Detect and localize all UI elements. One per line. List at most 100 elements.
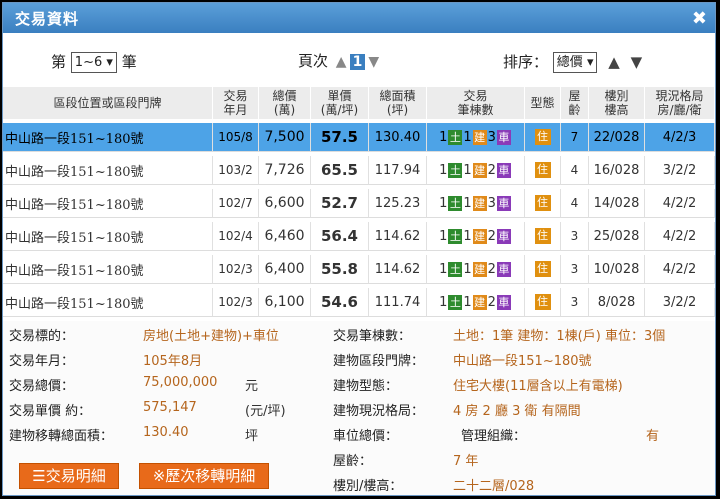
- land-count: 1: [439, 195, 448, 211]
- detail-value: 75,000,000: [143, 375, 218, 390]
- detail-label: 車位總價：: [333, 429, 399, 444]
- unit-price-cell: 65.5: [311, 156, 369, 185]
- type-cell: 住: [525, 123, 561, 152]
- bld-count: 1: [463, 228, 472, 244]
- table-row[interactable]: 中山路一段151~180號 103/2 7,726 65.5 117.94 1 土 1 建 2 車住…: [3, 156, 715, 185]
- age-cell: 3: [561, 255, 589, 284]
- table-row[interactable]: 中山路一段151~180號 105/8 7,500 57.5 130.40 1 土 1 建 3 車住…: [3, 123, 715, 152]
- car-count: 3: [487, 195, 496, 211]
- column-header[interactable]: 總面積 (坪): [369, 87, 427, 119]
- car-count: 2: [487, 294, 496, 310]
- land-icon: 土: [448, 195, 463, 211]
- land-count: 1: [439, 261, 448, 277]
- unit-price-cell: 55.8: [311, 255, 369, 284]
- transaction-detail-button[interactable]: ☰交易明細: [19, 463, 119, 489]
- detail-label: 交易標的：: [9, 329, 75, 344]
- sort-control: 排序： 總價 ▾ ▲ ▼: [503, 51, 642, 73]
- record-range-select[interactable]: 1~6 ▾: [70, 52, 117, 73]
- date-cell: 102/3: [213, 288, 259, 317]
- total-price-cell: 6,460: [259, 222, 311, 251]
- detail-label: 樓別/樓高：: [333, 479, 403, 494]
- residential-icon: 住: [534, 129, 551, 145]
- detail-label: 建物區段門牌：: [333, 354, 425, 369]
- table-row[interactable]: 中山路一段151~180號 102/3 6,400 55.8 114.62 1 土 1 建 2 車住…: [3, 255, 715, 284]
- table-row[interactable]: 中山路一段151~180號 102/4 6,460 56.4 114.62 1 土 1 建 2 車住…: [3, 222, 715, 251]
- land-icon: 土: [448, 228, 463, 244]
- residential-icon: 住: [534, 228, 551, 244]
- floor-cell: 25/028: [589, 222, 645, 251]
- land-count: 1: [439, 294, 448, 310]
- management-label: 管理組織：: [461, 429, 527, 444]
- age-cell: 4: [561, 189, 589, 218]
- detail-value: 中山路一段151~180號: [453, 354, 592, 369]
- page-up-icon[interactable]: ▲: [336, 54, 347, 70]
- address-cell: 中山路一段151~180號: [3, 189, 213, 218]
- transaction-table: 區段位置或區段門牌 交易 年月 總價 (萬) 單價 (萬/坪) 總面積 (坪) 交易 筆棟數 型態屋齡…: [3, 83, 715, 321]
- sort-desc-icon[interactable]: ▼: [631, 53, 643, 71]
- date-cell: 105/8: [213, 123, 259, 152]
- table-row[interactable]: 中山路一段151~180號 102/3 6,100 54.6 111.74 1 土 1 建 2 車住…: [3, 288, 715, 317]
- detail-value: 105年8月: [143, 354, 203, 369]
- land-count: 1: [439, 129, 448, 145]
- land-icon: 土: [448, 129, 463, 145]
- area-cell: 125.23: [369, 189, 427, 218]
- column-header[interactable]: 樓別 樓高: [589, 87, 645, 119]
- detail-value: 575,147: [143, 400, 197, 415]
- layout-cell: 3/2/2: [645, 288, 715, 317]
- layout-cell: 4/2/2: [645, 189, 715, 218]
- column-header[interactable]: 交易 年月: [213, 87, 259, 119]
- column-header[interactable]: 總價 (萬): [259, 87, 311, 119]
- column-header[interactable]: 現況格局 房/廳/衛: [645, 87, 715, 119]
- age-cell: 4: [561, 156, 589, 185]
- age-cell: 3: [561, 288, 589, 317]
- bld-count: 1: [463, 162, 472, 178]
- layout-cell: 4/2/3: [645, 123, 715, 152]
- management-value: 有: [646, 429, 660, 444]
- floor-cell: 22/028: [589, 123, 645, 152]
- building-icon: 建: [472, 129, 487, 145]
- type-cell: 住: [525, 288, 561, 317]
- transfer-history-button[interactable]: ※歷次移轉明細: [139, 463, 269, 489]
- layout-cell: 4/2/2: [645, 255, 715, 284]
- column-header[interactable]: 交易 筆棟數: [427, 87, 525, 119]
- detail-value: 二十二層/028: [453, 479, 535, 494]
- car-count: 2: [487, 261, 496, 277]
- column-header[interactable]: 型態: [525, 87, 561, 119]
- address-cell: 中山路一段151~180號: [3, 156, 213, 185]
- page-down-icon[interactable]: ▼: [368, 54, 379, 70]
- unit-price-cell: 57.5: [311, 123, 369, 152]
- sort-select[interactable]: 總價 ▾: [552, 52, 598, 73]
- column-header[interactable]: 單價 (萬/坪): [311, 87, 369, 119]
- date-cell: 103/2: [213, 156, 259, 185]
- detail-label: 交易總價：: [9, 379, 75, 394]
- count-cell: 1土1建2車: [427, 288, 525, 317]
- bld-count: 1: [463, 195, 472, 211]
- close-icon[interactable]: ✖: [692, 8, 707, 29]
- total-price-cell: 6,600: [259, 189, 311, 218]
- column-header[interactable]: 屋齡: [561, 87, 589, 119]
- building-icon: 建: [472, 162, 487, 178]
- toolbar: 第 1~6 ▾ 筆 頁次 ▲ 1 ▼ 排序： 總價 ▾ ▲ ▼: [3, 33, 715, 83]
- age-cell: 7: [561, 123, 589, 152]
- parking-icon: 車: [496, 162, 511, 178]
- pager-prefix: 第: [51, 53, 67, 71]
- type-cell: 住: [525, 189, 561, 218]
- building-icon: 建: [472, 294, 487, 310]
- residential-icon: 住: [534, 294, 551, 310]
- area-cell: 117.94: [369, 156, 427, 185]
- building-icon: 建: [472, 228, 487, 244]
- layout-cell: 4/2/2: [645, 222, 715, 251]
- column-header[interactable]: 區段位置或區段門牌: [3, 87, 213, 119]
- unit-price-cell: 56.4: [311, 222, 369, 251]
- detail-label: 交易筆棟數：: [333, 329, 412, 344]
- type-cell: 住: [525, 156, 561, 185]
- detail-value: 130.40: [143, 425, 189, 440]
- detail-unit: 元: [245, 379, 259, 394]
- land-count: 1: [439, 162, 448, 178]
- unit-price-cell: 52.7: [311, 189, 369, 218]
- table-header-row: 區段位置或區段門牌 交易 年月 總價 (萬) 單價 (萬/坪) 總面積 (坪) 交易 筆棟數 型態屋齡…: [3, 87, 715, 119]
- area-cell: 114.62: [369, 255, 427, 284]
- table-row[interactable]: 中山路一段151~180號 102/7 6,600 52.7 125.23 1 土 1 建 3 車住…: [3, 189, 715, 218]
- current-page[interactable]: 1: [349, 54, 366, 70]
- sort-asc-icon[interactable]: ▲: [608, 53, 620, 71]
